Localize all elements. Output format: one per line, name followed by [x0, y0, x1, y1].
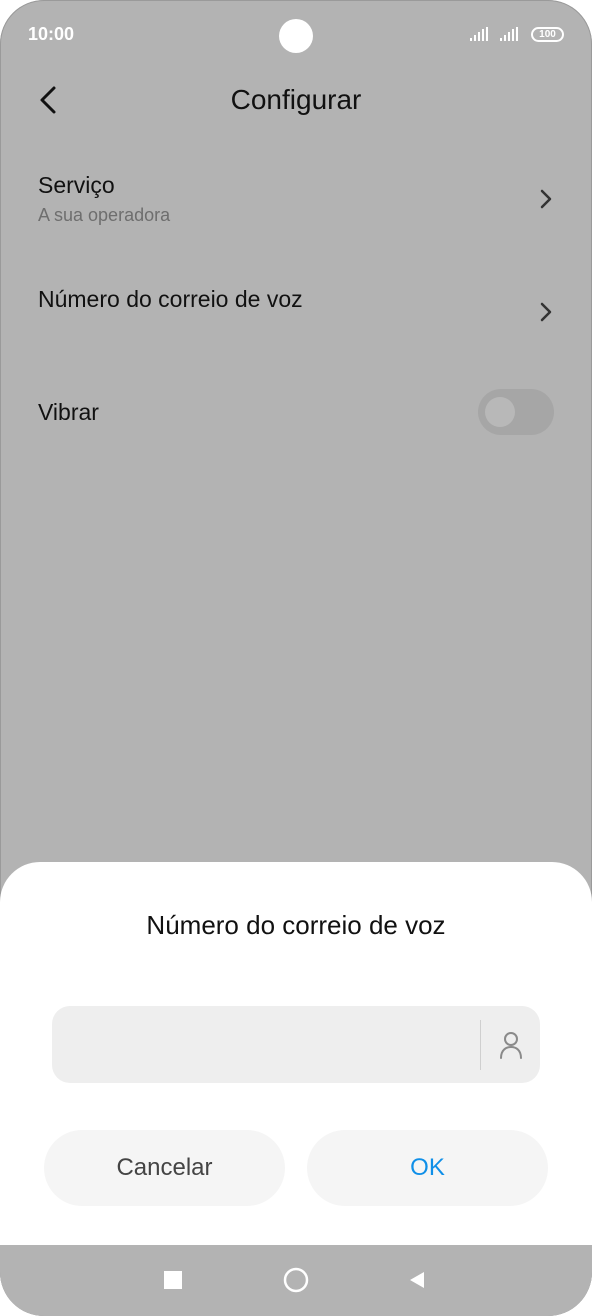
ok-button[interactable]: OK	[307, 1130, 548, 1206]
input-divider	[480, 1020, 481, 1070]
status-time: 10:00	[28, 24, 75, 44]
front-camera	[279, 19, 313, 53]
home-icon[interactable]	[283, 1267, 309, 1293]
navigation-bar	[0, 1245, 592, 1316]
cancel-button[interactable]: Cancelar	[44, 1130, 285, 1206]
dialog-title: Número do correio de voz	[146, 910, 446, 940]
signal-icon	[470, 27, 488, 41]
recents-icon[interactable]	[164, 1271, 182, 1289]
signal-icon	[500, 27, 518, 41]
settings-item-label: Serviço	[38, 172, 115, 198]
page-title: Configurar	[230, 84, 362, 115]
settings-item-vibrate: Vibrar	[38, 399, 554, 439]
settings-item-service[interactable]: Serviço A sua operadora	[38, 172, 554, 232]
settings-item-label: Vibrar	[38, 399, 99, 425]
nav-back-icon[interactable]	[406, 1269, 428, 1291]
vibrate-toggle[interactable]	[478, 389, 554, 435]
contact-icon[interactable]	[498, 1030, 524, 1060]
settings-item-voicemail-number[interactable]: Número do correio de voz	[38, 286, 554, 346]
battery-icon: 100	[531, 27, 564, 42]
voicemail-dialog: Número do correio de voz Cancelar OK	[0, 862, 592, 1245]
chevron-right-icon	[540, 302, 552, 322]
toggle-knob	[485, 397, 515, 427]
phone-screen: 10:00 100 Configurar Serviço A sua opera…	[0, 0, 592, 1316]
chevron-right-icon	[540, 189, 552, 209]
status-bar: 10:00 100	[0, 0, 592, 70]
voicemail-number-input[interactable]	[52, 1006, 540, 1083]
settings-item-label: Número do correio de voz	[38, 286, 303, 312]
settings-item-sublabel: A sua operadora	[38, 205, 171, 225]
